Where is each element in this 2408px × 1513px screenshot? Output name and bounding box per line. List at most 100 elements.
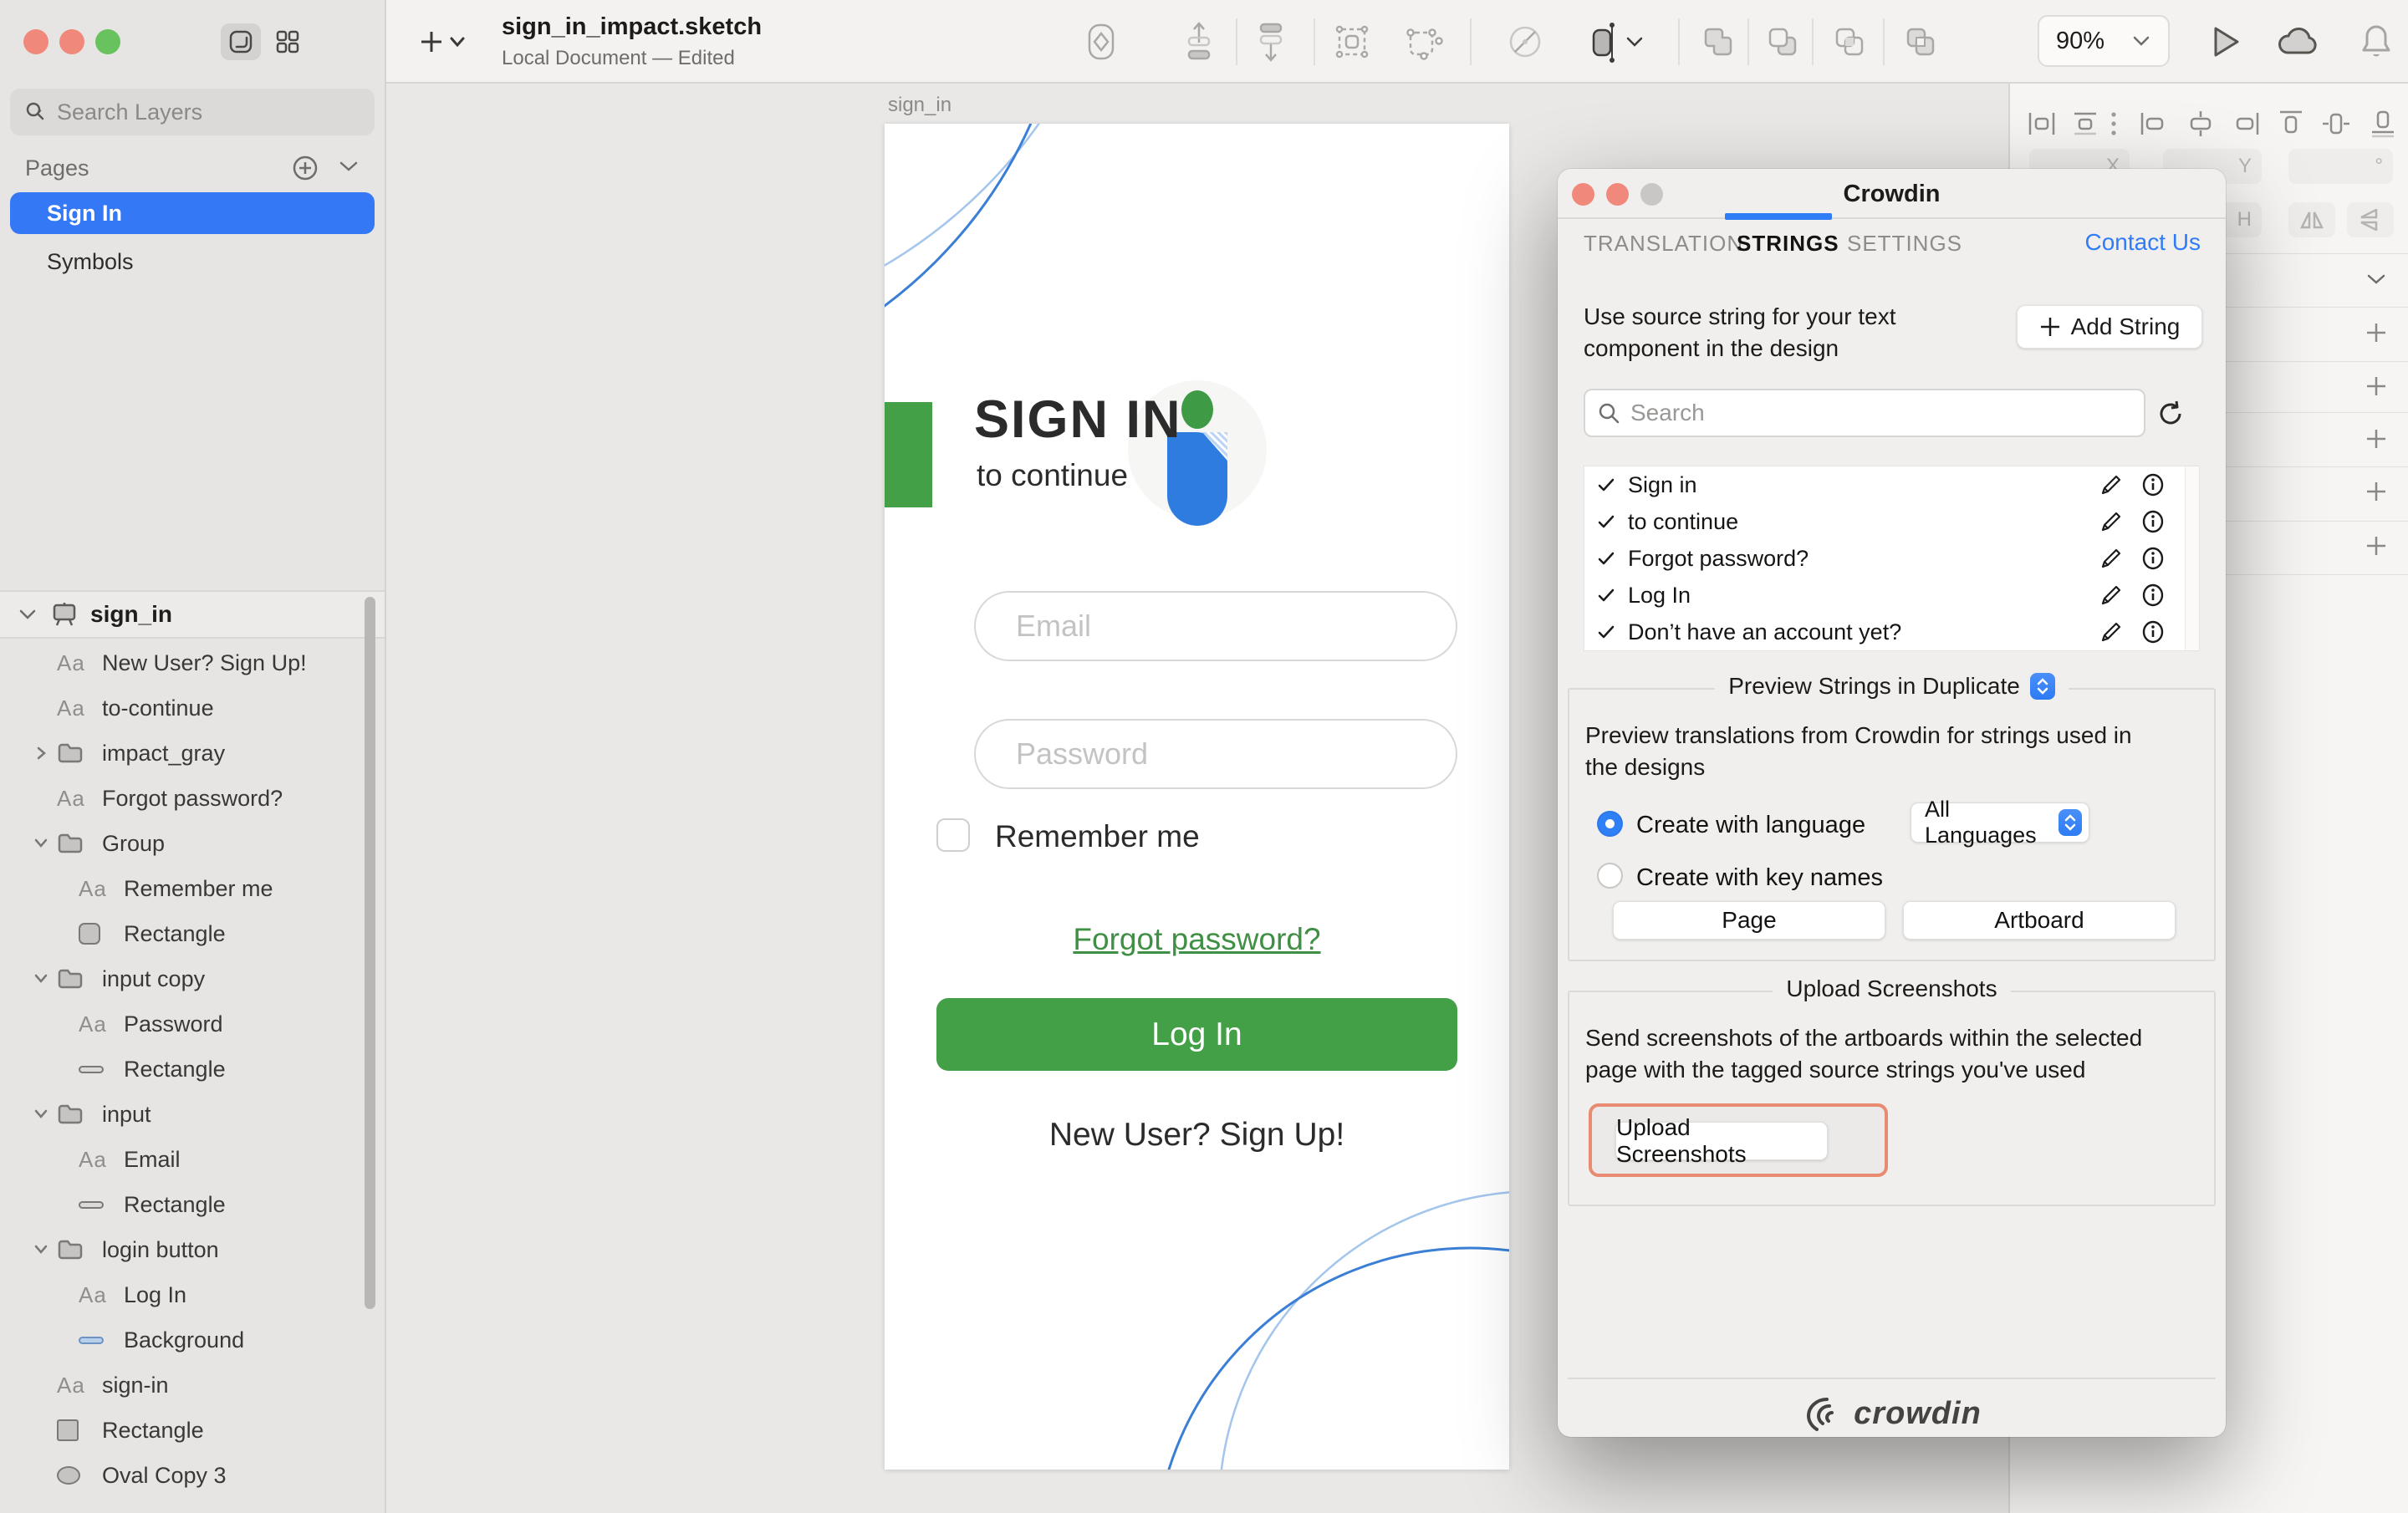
layer-row[interactable]: AaNew User? Sign Up! [0,640,385,685]
group-icon[interactable] [1329,18,1375,65]
add-string-button[interactable]: Add String [2017,305,2202,349]
layer-row[interactable]: Group [0,821,385,866]
string-row[interactable]: to continue [1584,503,2199,540]
align-middle-vertical-icon[interactable] [2318,105,2354,142]
section-collapse-chevron-icon[interactable] [2358,261,2395,298]
layer-row[interactable]: AaPassword [0,1001,385,1047]
layer-row[interactable]: input [0,1092,385,1137]
add-border-button[interactable] [2361,424,2391,454]
layer-row[interactable]: input copy [0,956,385,1001]
log-in-button[interactable]: Log In [936,998,1457,1071]
sidebar-scrollbar[interactable] [365,597,375,1309]
add-page-button[interactable] [291,154,319,182]
layer-row[interactable]: impact_gray [0,731,385,776]
forgot-password-link[interactable]: Forgot password? [885,922,1509,957]
tab-settings[interactable]: SETTINGS [1847,231,1962,257]
edit-pencil-icon[interactable] [2099,509,2124,534]
email-field[interactable] [974,591,1457,661]
layer-row[interactable]: AaRemember me [0,866,385,911]
sign-up-text[interactable]: New User? Sign Up! [885,1117,1509,1154]
resize-chevron-icon[interactable] [1622,18,1647,65]
artboard-sign-in[interactable]: SIGN IN to continue Remember me Forgot p… [885,124,1509,1470]
ungroup-icon[interactable] [1401,18,1448,65]
align-top-icon[interactable] [2273,105,2309,142]
no-transform-icon[interactable] [1502,18,1548,65]
edit-pencil-icon[interactable] [2099,546,2124,571]
preview-strings-dropdown[interactable]: Preview Strings in Duplicate [1715,673,2069,700]
add-style-button[interactable] [2361,318,2391,348]
boolean-difference-icon[interactable] [1897,18,1944,65]
language-select[interactable]: All Languages [1911,802,2089,843]
edit-pencil-icon[interactable] [2099,583,2124,608]
boolean-subtract-icon[interactable] [1759,18,1806,65]
align-right-icon[interactable] [2227,105,2264,142]
insert-button[interactable] [420,18,467,65]
search-layers-input[interactable]: Search Layers [10,89,375,135]
artboard-group-row[interactable]: sign_in [0,590,385,639]
create-with-language-radio[interactable] [1597,811,1623,837]
layer-row[interactable]: Rectangle [0,1047,385,1092]
layer-row[interactable]: Rectangle [0,1408,385,1453]
chevron-down-icon[interactable] [30,835,52,852]
more-options-dots-icon[interactable] [2104,105,2124,142]
distribute-horizontally-icon[interactable] [2023,105,2060,142]
add-fill-button[interactable] [2361,371,2391,401]
add-blur-button[interactable] [2361,531,2391,561]
chevron-down-icon[interactable] [30,1241,52,1258]
strings-list-scrollbar[interactable] [2185,466,2199,650]
layer-row[interactable]: login button [0,1227,385,1272]
info-icon[interactable] [2140,619,2166,644]
page-item-symbols[interactable]: Symbols [10,241,375,283]
minimize-window-button[interactable] [59,29,84,54]
contact-us-link[interactable]: Contact Us [2085,229,2201,256]
strings-search-field[interactable] [1584,389,2145,437]
edit-pencil-icon[interactable] [2099,472,2124,497]
notifications-bell-button[interactable] [2353,18,2400,65]
grid-view-toggle[interactable] [268,23,308,60]
distribute-vertically-icon[interactable] [2067,105,2104,142]
upload-screenshots-button[interactable]: Upload Screenshots [1615,1122,1828,1160]
create-with-key-names-radio[interactable] [1597,863,1623,889]
align-center-horizontal-icon[interactable] [2182,105,2219,142]
boolean-intersect-icon[interactable] [1826,18,1873,65]
edit-pencil-icon[interactable] [2099,619,2124,644]
add-shadow-button[interactable] [2361,476,2391,507]
layer-row[interactable]: Rectangle [0,911,385,956]
boolean-union-icon[interactable] [1695,18,1742,65]
page-button[interactable]: Page [1613,901,1885,940]
flip-vertical-button[interactable] [2347,202,2394,237]
chevron-down-icon[interactable] [30,1106,52,1123]
info-icon[interactable] [2140,509,2166,534]
chevron-down-icon[interactable] [18,608,37,621]
string-row[interactable]: Don’t have an account yet? [1584,614,2199,650]
chevron-right-icon[interactable] [30,745,52,762]
artboard-title[interactable]: sign_in [888,94,951,117]
layer-row[interactable]: AaLog In [0,1272,385,1317]
info-icon[interactable] [2140,472,2166,497]
info-icon[interactable] [2140,583,2166,608]
cloud-share-button[interactable] [2274,18,2321,65]
layer-row[interactable]: AaForgot password? [0,776,385,821]
bring-forward-icon[interactable] [1176,18,1222,65]
layer-row[interactable]: Rectangle [0,1182,385,1227]
crowdin-titlebar[interactable]: Crowdin [1558,169,2226,219]
layer-row[interactable]: Aato-continue [0,685,385,731]
close-window-button[interactable] [23,29,48,54]
refresh-strings-button[interactable] [2153,396,2188,431]
collapse-pages-chevron-icon[interactable] [338,159,360,174]
tab-strings[interactable]: STRINGS [1737,231,1839,257]
remember-me-checkbox[interactable] [936,818,970,852]
page-item-sign-in[interactable]: Sign In [10,192,375,234]
align-left-icon[interactable] [2135,105,2172,142]
layer-row[interactable]: Aasign-in [0,1363,385,1408]
fullscreen-window-button[interactable] [95,29,120,54]
layer-row[interactable]: Background [0,1317,385,1363]
tab-translation[interactable]: TRANSLATION [1584,231,1743,257]
chevron-down-icon[interactable] [30,970,52,987]
layer-row[interactable]: AaEmail [0,1137,385,1182]
single-view-toggle[interactable] [221,23,261,60]
dropdown-stepper-icon[interactable] [2030,673,2055,700]
rotation-field[interactable]: ° [2288,149,2393,184]
flip-horizontal-button[interactable] [2288,202,2335,237]
string-row[interactable]: Log In [1584,577,2199,614]
